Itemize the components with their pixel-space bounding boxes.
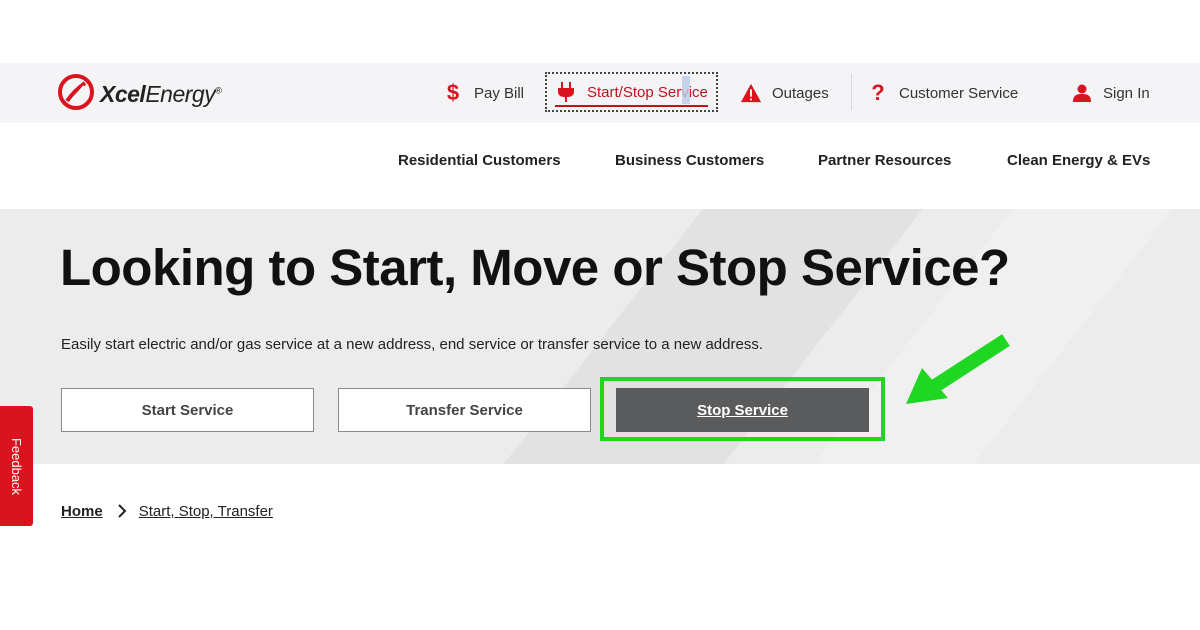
pay-bill-link[interactable]: $ Pay Bill <box>442 78 524 108</box>
outages-link[interactable]: Outages <box>740 78 829 108</box>
customer-service-link[interactable]: ? Customer Service <box>867 78 1018 108</box>
feedback-label: Feedback <box>9 437 24 495</box>
breadcrumb: Home Start, Stop, Transfer <box>61 501 273 521</box>
stop-service-button[interactable]: Stop Service <box>616 388 869 432</box>
xcel-energy-logo[interactable]: XcelEnergy® <box>58 73 222 115</box>
nav-partner-resources[interactable]: Partner Resources <box>818 152 951 169</box>
xcel-logo-icon <box>58 73 94 115</box>
page-title: Looking to Start, Move or Stop Service? <box>60 239 1010 296</box>
transfer-service-button[interactable]: Transfer Service <box>338 388 591 432</box>
question-icon: ? <box>871 80 885 105</box>
nav-divider <box>851 74 852 110</box>
chevron-right-icon <box>117 504 127 518</box>
start-service-button[interactable]: Start Service <box>61 388 314 432</box>
text-cursor-highlight <box>682 76 690 104</box>
nav-business-customers[interactable]: Business Customers <box>615 152 764 169</box>
nav-residential-customers[interactable]: Residential Customers <box>398 152 561 169</box>
warning-icon <box>740 82 762 104</box>
start-stop-service-link[interactable]: Start/Stop Service <box>545 72 718 112</box>
main-nav: Residential Customers Business Customers… <box>0 152 1200 178</box>
breadcrumb-current[interactable]: Start, Stop, Transfer <box>139 503 273 520</box>
dollar-icon: $ <box>446 80 460 105</box>
breadcrumb-home[interactable]: Home <box>61 503 103 520</box>
plug-icon <box>555 82 577 102</box>
logo-wordmark: XcelEnergy® <box>100 80 222 107</box>
pay-bill-label: Pay Bill <box>474 84 525 102</box>
sign-in-label: Sign In <box>1103 84 1150 102</box>
customer-service-label: Customer Service <box>899 84 1019 102</box>
sign-in-link[interactable]: Sign In <box>1071 78 1150 108</box>
active-underline <box>555 105 708 107</box>
green-arrow-icon <box>906 334 1010 404</box>
feedback-tab[interactable]: Feedback <box>0 406 33 526</box>
user-icon <box>1071 84 1093 102</box>
outages-label: Outages <box>772 84 829 102</box>
page-subtitle: Easily start electric and/or gas service… <box>61 336 763 353</box>
nav-clean-energy-evs[interactable]: Clean Energy & EVs <box>1007 152 1150 169</box>
